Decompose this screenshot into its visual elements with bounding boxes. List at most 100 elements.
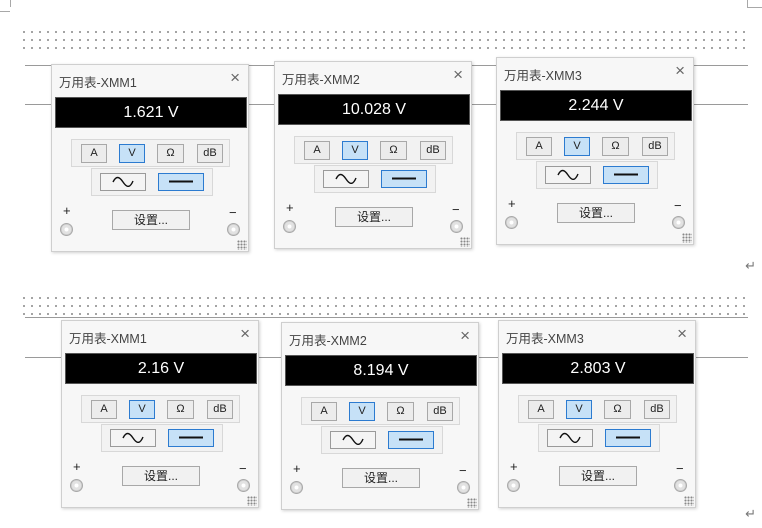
dc-button[interactable] (388, 431, 434, 449)
close-icon[interactable]: × (240, 324, 250, 344)
settings-button[interactable]: 设置... (335, 207, 413, 227)
schematic-grid-top (20, 28, 748, 52)
resize-grip-icon[interactable] (247, 496, 257, 506)
negative-terminal-label: − (674, 198, 682, 213)
ac-button[interactable] (100, 173, 146, 191)
window-title: 万用表-XMM2 (282, 73, 360, 87)
mode-voltmeter-button[interactable]: V (342, 141, 368, 160)
mode-decibel-button[interactable]: dB (197, 144, 223, 163)
measure-mode-group: A V Ω dB (294, 136, 453, 164)
close-icon[interactable]: × (675, 61, 685, 81)
settings-button[interactable]: 设置... (342, 468, 420, 488)
close-icon[interactable]: × (230, 68, 240, 88)
positive-terminal[interactable] (290, 481, 303, 494)
positive-terminal[interactable] (505, 216, 518, 229)
window-title: 万用表-XMM2 (289, 334, 367, 348)
multimeter-window-xmm2[interactable]: 万用表-XMM2 × 10.028 V A V Ω dB + − 设置... (274, 61, 472, 249)
mode-voltmeter-button[interactable]: V (119, 144, 145, 163)
mode-ohmmeter-button[interactable]: Ω (387, 402, 414, 421)
positive-terminal-label: + (510, 459, 518, 474)
mode-decibel-button[interactable]: dB (644, 400, 670, 419)
negative-terminal[interactable] (672, 216, 685, 229)
ac-button[interactable] (547, 429, 593, 447)
positive-terminal[interactable] (507, 479, 520, 492)
negative-terminal-label: − (452, 202, 460, 217)
close-icon[interactable]: × (453, 65, 463, 85)
negative-terminal[interactable] (227, 223, 240, 236)
mode-voltmeter-button[interactable]: V (129, 400, 155, 419)
positive-terminal[interactable] (70, 479, 83, 492)
mode-ammeter-button[interactable]: A (311, 402, 337, 421)
dc-line-icon (399, 438, 423, 441)
mode-voltmeter-button[interactable]: V (564, 137, 590, 156)
settings-button[interactable]: 设置... (112, 210, 190, 230)
dc-button[interactable] (381, 170, 427, 188)
negative-terminal-label: − (459, 463, 467, 478)
mode-ohmmeter-button[interactable]: Ω (602, 137, 629, 156)
ac-sine-icon (112, 176, 134, 187)
ac-sine-icon (559, 432, 581, 443)
window-title: 万用表-XMM1 (69, 332, 147, 346)
negative-terminal-label: − (676, 461, 684, 476)
dc-line-icon (179, 436, 203, 439)
mode-ohmmeter-button[interactable]: Ω (157, 144, 184, 163)
dc-line-icon (392, 177, 416, 180)
mode-ammeter-button[interactable]: A (528, 400, 554, 419)
mode-voltmeter-button[interactable]: V (566, 400, 592, 419)
mode-decibel-button[interactable]: dB (420, 141, 446, 160)
resize-grip-icon[interactable] (237, 240, 247, 250)
ac-button[interactable] (545, 166, 591, 184)
mode-ammeter-button[interactable]: A (304, 141, 330, 160)
negative-terminal[interactable] (674, 479, 687, 492)
resize-grip-icon[interactable] (682, 233, 692, 243)
measure-mode-group: A V Ω dB (518, 395, 677, 423)
reading-display: 10.028 V (278, 94, 470, 125)
negative-terminal-label: − (239, 461, 247, 476)
resize-grip-icon[interactable] (467, 498, 477, 508)
settings-button[interactable]: 设置... (559, 466, 637, 486)
mode-decibel-button[interactable]: dB (207, 400, 233, 419)
mode-ammeter-button[interactable]: A (526, 137, 552, 156)
multimeter-window-xmm3[interactable]: 万用表-XMM3 × 2.803 V A V Ω dB + − 设置... (498, 320, 696, 508)
multimeter-window-xmm3[interactable]: 万用表-XMM3 × 2.244 V A V Ω dB + − 设置... (496, 57, 694, 245)
positive-terminal-label: + (286, 200, 294, 215)
ac-button[interactable] (323, 170, 369, 188)
schematic-grid-bottom (20, 294, 748, 318)
dc-button[interactable] (603, 166, 649, 184)
mode-ohmmeter-button[interactable]: Ω (167, 400, 194, 419)
ac-sine-icon (342, 434, 364, 445)
multimeter-window-xmm2[interactable]: 万用表-XMM2 × 8.194 V A V Ω dB + − 设置... (281, 322, 479, 510)
measure-mode-group: A V Ω dB (71, 139, 230, 167)
mode-ohmmeter-button[interactable]: Ω (604, 400, 631, 419)
dc-button[interactable] (168, 429, 214, 447)
dc-button[interactable] (158, 173, 204, 191)
signal-type-group (91, 168, 213, 196)
positive-terminal[interactable] (283, 220, 296, 233)
close-icon[interactable]: × (460, 326, 470, 346)
settings-button[interactable]: 设置... (122, 466, 200, 486)
multimeter-window-xmm1[interactable]: 万用表-XMM1 × 2.16 V A V Ω dB + − 设置... (61, 320, 259, 508)
dc-button[interactable] (605, 429, 651, 447)
negative-terminal[interactable] (457, 481, 470, 494)
reading-display: 2.803 V (502, 353, 694, 384)
mode-voltmeter-button[interactable]: V (349, 402, 375, 421)
negative-terminal[interactable] (450, 220, 463, 233)
signal-type-group (536, 161, 658, 189)
mode-decibel-button[interactable]: dB (427, 402, 453, 421)
mode-decibel-button[interactable]: dB (642, 137, 668, 156)
dc-line-icon (169, 180, 193, 183)
ac-button[interactable] (110, 429, 156, 447)
resize-grip-icon[interactable] (684, 496, 694, 506)
mode-ohmmeter-button[interactable]: Ω (380, 141, 407, 160)
settings-button[interactable]: 设置... (557, 203, 635, 223)
negative-terminal[interactable] (237, 479, 250, 492)
dc-line-icon (616, 436, 640, 439)
mode-ammeter-button[interactable]: A (81, 144, 107, 163)
close-icon[interactable]: × (677, 324, 687, 344)
positive-terminal[interactable] (60, 223, 73, 236)
multimeter-window-xmm1[interactable]: 万用表-XMM1 × 1.621 V A V Ω dB + − 设置... (51, 64, 249, 252)
ac-button[interactable] (330, 431, 376, 449)
schematic-wire-bottom-upper (25, 317, 748, 318)
resize-grip-icon[interactable] (460, 237, 470, 247)
mode-ammeter-button[interactable]: A (91, 400, 117, 419)
